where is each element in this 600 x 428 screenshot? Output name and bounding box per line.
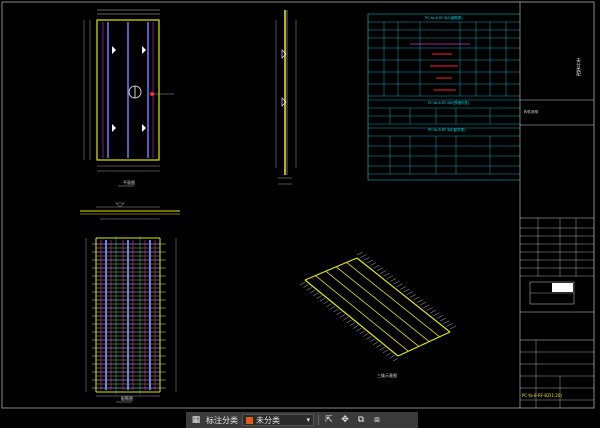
cad-line [413,296,420,301]
title-block-name: PC-Ya-8-RF-BZ(1:20) [522,393,562,398]
plan-view-label: 平面图 [123,179,135,185]
cad-drawing-canvas[interactable]: 平面图 配筋图 三维示意图 PC-Ya-8-RF-BZ(钢筋表) PC-Ya-8… [0,0,600,428]
schedule-title: PC-Ya-8-RF-BZ(钢筋表) [425,15,463,20]
cad-line [389,355,395,359]
cad-line [379,346,385,351]
cad-line [303,284,309,288]
cad-line [326,303,332,307]
cad-line [376,267,384,272]
category-color-swatch [246,416,253,424]
cad-line [309,289,316,294]
export-icon[interactable]: ⇱ [323,414,335,426]
cad-line [366,259,374,264]
elevation-view [275,10,297,185]
isometric-label: 三维示意图 [377,372,397,378]
title-block-note: 构件说明 [524,109,538,114]
cad-line [403,288,410,293]
cad-line [333,308,339,313]
cad-line [299,281,306,286]
cad-line [356,251,364,256]
cad-line [319,298,326,302]
cad-line [359,330,365,335]
cad-line [386,275,393,279]
drawing-border [1,1,595,409]
cad-line [339,314,345,318]
cad-line [372,341,379,345]
cad-line [329,306,335,310]
cad-line [433,312,440,316]
cad-line [436,315,443,319]
cad-line [336,311,342,316]
cad-line [400,286,407,290]
cad-line [373,265,380,269]
cad-line [376,344,382,348]
cad-line [304,257,358,281]
annotation-toolbar: ▦ 标注分类 未分类 ▾ ⇱ ✥ ⧉ ⧈ [186,412,418,428]
cad-line [380,270,387,274]
cad-line [449,325,457,330]
cad-line [343,317,349,321]
cad-line [439,317,447,322]
cad-line [323,300,329,305]
title-block: 构件说明 PC-Ya-8-RF-BZ(1:20) [519,2,594,408]
isometric-view [299,251,457,362]
rebar-schedule-table [367,13,520,181]
cad-line [396,283,403,287]
category-value: 未分类 [256,415,280,425]
schedule-subtitle-2: PC-Ya-8-RF-BZ(配件表) [428,127,466,132]
cad-line [363,257,370,261]
cad-line [370,262,377,266]
cad-line [369,338,375,343]
cad-line [386,352,392,356]
cad-line [390,278,397,282]
annotate-category-label: 标注分类 [206,415,238,425]
cad-line [353,325,359,329]
cad-line [363,333,369,337]
rebar-plan [85,236,177,397]
cad-line [349,322,355,326]
cad-line [426,307,433,311]
cad-line [420,302,427,306]
chevron-down-icon: ▾ [306,416,310,424]
section-view [80,202,180,220]
cad-line [423,304,430,309]
cad-line [313,292,319,297]
cad-line [406,291,413,295]
right-column-text: 未分类配 [576,57,581,78]
cad-line [360,254,367,258]
schedule-subtitle-1: PC-Ya-8-RF-BZ(预埋件表) [428,100,470,105]
category-dropdown[interactable]: 未分类 ▾ [242,414,314,426]
cad-line [383,272,390,277]
cad-line [382,349,389,354]
cad-line [410,294,417,298]
toolbar-separator [318,415,319,425]
cad-line [393,280,400,285]
cad-line [392,357,399,362]
cad-line [306,287,312,291]
layers-icon[interactable]: ⧈ [371,414,383,426]
plan-view: 平面图 [83,9,174,187]
grid-icon[interactable]: ▦ [190,414,202,426]
cad-line [356,327,362,332]
cad-line [316,295,322,299]
move-icon[interactable]: ✥ [339,414,351,426]
cad-line [416,299,423,303]
cad-line [346,319,352,324]
cad-line [366,336,372,340]
cad-line [443,320,450,324]
copy-icon[interactable]: ⧉ [355,414,367,426]
cad-line [446,323,453,327]
rebar-plan-label: 配筋图 [121,395,133,401]
cad-line [429,309,437,314]
